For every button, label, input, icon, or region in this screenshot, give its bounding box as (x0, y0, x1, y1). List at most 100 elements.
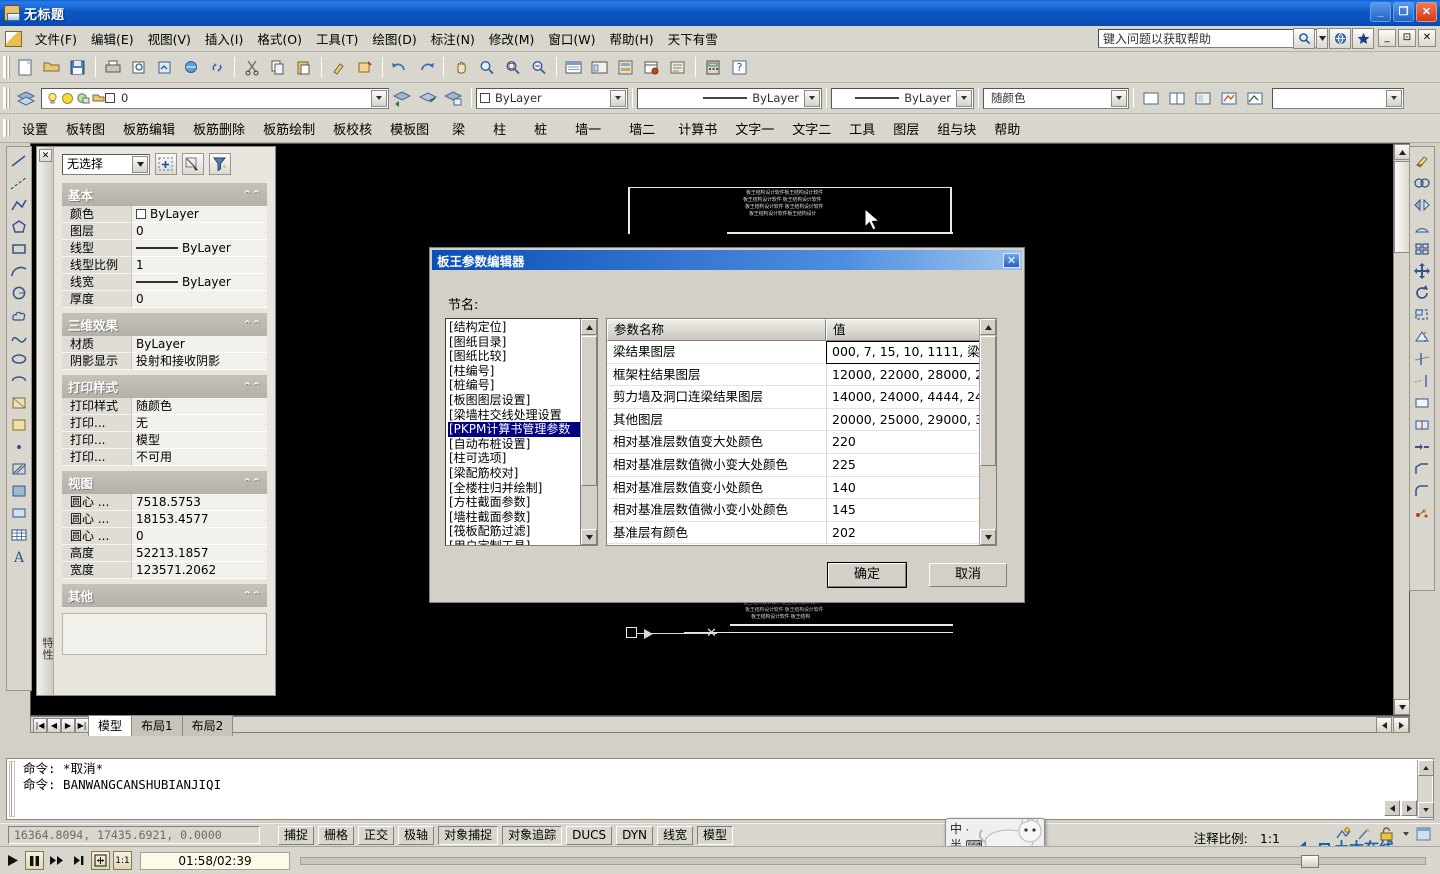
appmenu-item-calc-book[interactable]: 计算书 (669, 115, 726, 142)
table-row[interactable]: 梁结果图层 000, 7, 15, 10, 1111, 梁配筋 (607, 341, 996, 364)
appmenu-item-text-2[interactable]: 文字二 (783, 115, 840, 142)
select-objects-icon[interactable] (182, 153, 204, 175)
property-value[interactable]: 123571.2062 (132, 562, 267, 579)
property-row[interactable]: 厚度 0 (62, 291, 267, 308)
property-value[interactable]: 0 (132, 223, 267, 240)
command-horizontal-scrollbar[interactable] (6, 800, 1434, 816)
property-row[interactable]: 宽度 123571.2062 (62, 562, 267, 579)
appmenu-item-slab-convert[interactable]: 板转图 (57, 115, 114, 142)
table-row[interactable]: 框架柱结果图层 12000, 22000, 28000, 2... (607, 363, 996, 387)
doc-restore-button[interactable]: ⊡ (1398, 29, 1416, 47)
menu-edit[interactable]: 编辑(E) (84, 26, 141, 51)
cancel-button[interactable]: 取消 (929, 563, 1007, 587)
scroll-left-button[interactable] (1384, 800, 1400, 816)
table-row[interactable]: 相对基准层数值微小变小处颜色 145 (607, 499, 996, 522)
chevron-up-icon[interactable]: ⌃⌃ (243, 188, 261, 201)
linetype-combo-arrow[interactable] (804, 89, 820, 107)
fast-forward-button[interactable] (47, 851, 66, 870)
section-listbox[interactable]: [结构定位] [图纸目录] [图纸比较] [柱编号] [桩编号] [板图图层设置… (445, 318, 598, 546)
selection-combo[interactable]: 无选择 (62, 153, 150, 175)
appmenu-item-wall-1[interactable]: 墙一 (561, 115, 615, 142)
cut-icon[interactable] (240, 56, 264, 79)
table-row[interactable]: 其他图层 20000, 25000, 29000, 3... (607, 408, 996, 432)
layer-freeze-icon[interactable] (61, 92, 74, 105)
appmenu-item-slab-check[interactable]: 板校核 (324, 115, 381, 142)
plotstyle-combo[interactable]: 随颜色 (983, 87, 1129, 109)
property-row[interactable]: 打印... 模型 (62, 432, 267, 449)
list-item-selected[interactable]: [PKPM计算书管理参数 (448, 422, 580, 437)
status-toggle-dyn[interactable]: DYN (616, 825, 654, 845)
property-row[interactable]: 圆心 ... 0 (62, 528, 267, 545)
list-item[interactable]: [用户定制工具] (448, 539, 580, 545)
scroll-right-button[interactable] (1393, 717, 1409, 733)
zoom-realtime-icon[interactable] (475, 56, 499, 79)
property-value[interactable]: ByLayer (132, 240, 267, 257)
viewport-scale-icon[interactable] (1243, 87, 1267, 110)
palette-close-icon[interactable]: ✕ (39, 149, 52, 162)
section-header-plotstyle[interactable]: 打印样式 ⌃⌃ (62, 375, 267, 398)
canvas-horizontal-scrollbar[interactable] (30, 716, 1410, 733)
property-value[interactable]: 模型 (132, 432, 267, 449)
property-value[interactable]: 18153.4577 (132, 511, 267, 528)
parameter-grid[interactable]: 参数名称 值 梁结果图层 000, 7, 15, 10, 1111, 梁配筋 框… (606, 318, 997, 546)
property-row[interactable]: 打印... 不可用 (62, 449, 267, 466)
property-value[interactable]: 投射和接收阴影 (132, 353, 267, 370)
status-toggle-grid[interactable]: 栅格 (318, 825, 355, 845)
linetype-combo[interactable]: ByLayer (637, 87, 822, 109)
viewport-scale-combo[interactable] (1272, 87, 1404, 109)
grid-header-value[interactable]: 值 (826, 319, 996, 341)
list-item[interactable]: [柱可选项] (448, 451, 580, 466)
table-row[interactable]: 剪力墙及洞口连梁结果图层 14000, 24000, 4444, 24100 (607, 386, 996, 409)
help-search-input[interactable]: 键入问题以获取帮助 (1098, 29, 1320, 48)
property-value[interactable]: ByLayer (132, 206, 267, 223)
ellipse-arc-icon[interactable] (8, 370, 30, 391)
actual-size-button[interactable]: 1:1 (113, 851, 132, 870)
tab-layout1[interactable]: 布局1 (131, 715, 183, 736)
fillet-icon[interactable] (1411, 480, 1433, 501)
menu-insert[interactable]: 插入(I) (198, 26, 250, 51)
viewport-pspace-icon[interactable] (1217, 87, 1241, 110)
rotate-icon[interactable] (1411, 282, 1433, 303)
line-icon[interactable] (8, 150, 30, 171)
list-item[interactable]: [墙柱截面参数] (448, 510, 580, 525)
minimize-button[interactable]: _ (1370, 2, 1391, 22)
property-row[interactable]: 图层 0 (62, 223, 267, 240)
list-item[interactable]: [板图图层设置] (448, 393, 580, 408)
appmenu-item-template[interactable]: 模板图 (381, 115, 438, 142)
copy-object-icon[interactable] (1411, 172, 1433, 193)
grid-cell-value[interactable]: 20000, 25000, 29000, 3... (826, 408, 996, 432)
status-toggle-ortho[interactable]: 正交 (358, 825, 395, 845)
appmenu-item-layers[interactable]: 图层 (884, 115, 928, 142)
list-item[interactable]: [图纸比较] (448, 349, 580, 364)
section-header-basic[interactable]: 基本 ⌃⌃ (62, 183, 267, 206)
ok-button[interactable]: 确定 (827, 562, 907, 588)
player-seek-track[interactable] (300, 854, 1426, 868)
color-combo[interactable]: ByLayer (476, 87, 628, 109)
viewport-scale-combo-arrow[interactable] (1386, 89, 1402, 107)
menu-window[interactable]: 窗口(W) (541, 26, 602, 51)
table-row[interactable]: 相对基准层数值微小变大处颜色 225 (607, 453, 996, 477)
scroll-thumb[interactable] (980, 336, 996, 466)
favorites-star-icon[interactable] (1352, 28, 1374, 49)
hyperlink-icon[interactable] (205, 56, 229, 79)
scale-icon[interactable] (1411, 304, 1433, 325)
drawing-grip-marker[interactable] (626, 627, 637, 638)
scroll-thumb[interactable] (1394, 161, 1410, 253)
explode-icon[interactable] (1411, 502, 1433, 523)
tab-next-button[interactable]: ▶ (61, 718, 75, 733)
list-item[interactable]: [方柱截面参数] (448, 495, 580, 510)
scroll-up-button[interactable] (980, 319, 996, 335)
match-properties-icon[interactable] (327, 56, 351, 79)
paste-icon[interactable] (292, 56, 316, 79)
layer-plot-icon[interactable] (91, 92, 105, 105)
status-toggle-lineweight[interactable]: 线宽 (657, 825, 694, 845)
fullscreen-button[interactable] (91, 851, 110, 870)
toolbar-grip[interactable] (3, 119, 10, 137)
menu-modify[interactable]: 修改(M) (482, 26, 542, 51)
property-value[interactable]: 52213.1857 (132, 545, 267, 562)
section-header-misc[interactable]: 其他 ⌃⌃ (62, 584, 267, 607)
property-row[interactable]: 线宽 ByLayer (62, 274, 267, 291)
viewport-1-icon[interactable] (1139, 87, 1163, 110)
layer-color-swatch[interactable] (105, 93, 115, 103)
scroll-down-button[interactable] (1394, 699, 1410, 715)
